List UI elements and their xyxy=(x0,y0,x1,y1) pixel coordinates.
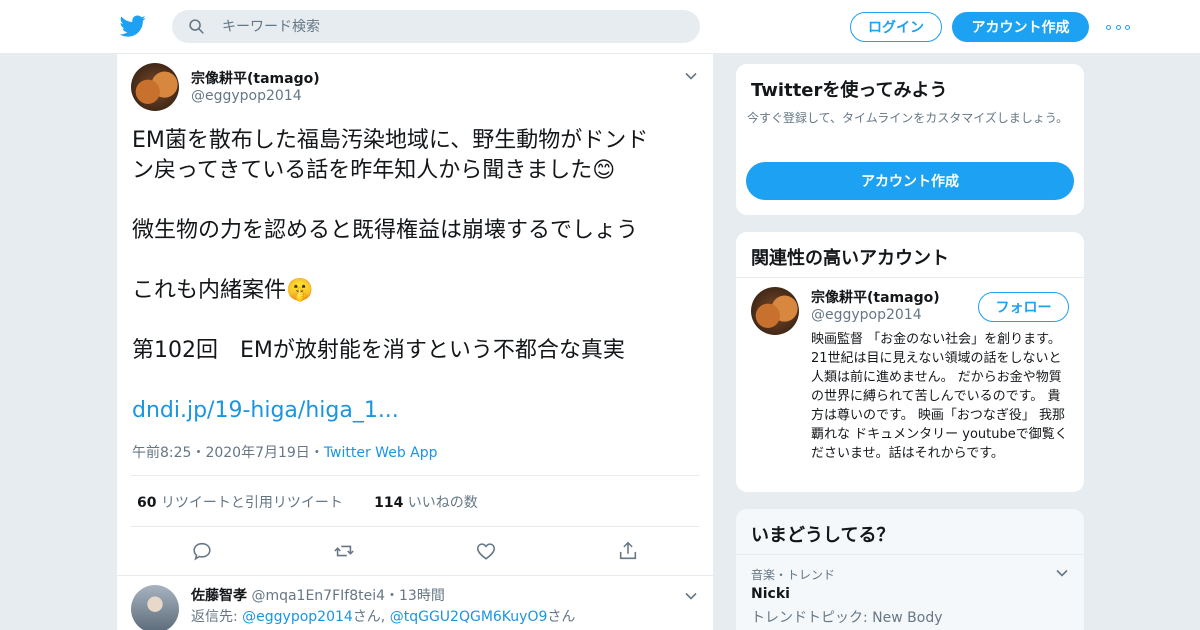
twitter-bird-icon[interactable] xyxy=(120,13,146,39)
retweet-icon[interactable] xyxy=(333,540,355,562)
share-icon[interactable] xyxy=(617,540,639,562)
reply-mention[interactable]: @eggypop2014 xyxy=(242,609,353,625)
reply-mention[interactable]: @tqGGU2QGM6KuyO9 xyxy=(390,609,548,625)
related-account-avatar[interactable] xyxy=(751,287,799,335)
reply-avatar[interactable] xyxy=(131,585,179,630)
follow-button[interactable]: フォロー xyxy=(978,292,1069,322)
chevron-down-icon[interactable] xyxy=(685,590,697,602)
trend-meta: 音楽・トレンド xyxy=(751,568,836,582)
search-box[interactable] xyxy=(172,10,700,43)
tweet-date[interactable]: 2020年7月19日 xyxy=(205,445,309,461)
tweet-text-line: EM菌を散布した福島汚染地域に、野生動物がドンド xyxy=(132,128,649,153)
more-icon[interactable] xyxy=(1106,17,1130,37)
tweet-time[interactable]: 午前8:25 xyxy=(132,445,191,461)
trend-name[interactable]: Nicki xyxy=(751,586,790,602)
top-bar: ログイン アカウント作成 xyxy=(0,0,1200,54)
divider xyxy=(131,475,700,476)
divider xyxy=(131,526,700,527)
tweet-actions xyxy=(191,540,637,562)
login-button[interactable]: ログイン xyxy=(850,12,942,42)
related-account-handle[interactable]: @eggypop2014 xyxy=(811,307,922,323)
tweet-column: 宗像耕平(tamago) @eggypop2014 EM菌を散布した福島汚染地域… xyxy=(116,54,714,630)
chevron-down-icon[interactable] xyxy=(685,70,697,82)
chevron-down-icon[interactable] xyxy=(1056,567,1068,579)
tweet-text-line: 第102回 EMが放射能を消すという不都合な真実 xyxy=(132,338,625,363)
trends-card: いまどうしてる？ 音楽・トレンド Nicki トレンドトピック: New Bod… xyxy=(735,508,1085,630)
reply-author-name[interactable]: 佐藤智孝 xyxy=(191,588,247,604)
author-handle[interactable]: @eggypop2014 xyxy=(191,88,302,104)
signup-button[interactable]: アカウント作成 xyxy=(952,12,1089,42)
tweet-source[interactable]: Twitter Web App xyxy=(324,445,438,461)
tweet-text-line: 微生物の力を認めると既得権益は崩壊するでしょう xyxy=(132,218,639,243)
signup-card-title: Twitterを使ってみよう xyxy=(751,80,948,101)
signup-card-subtitle: 今すぐ登録して、タイムラインをカスタマイズしましょう。 xyxy=(747,111,1069,125)
tweet-text-line: ン戻ってきている話を昨年知人から聞きました😊 xyxy=(132,158,616,183)
trend-info: トレンドトピック: New Body xyxy=(751,610,943,626)
tweet-meta: 午前8:25・2020年7月19日・Twitter Web App xyxy=(132,445,438,461)
search-input[interactable] xyxy=(222,10,682,43)
tweet-link[interactable]: dndi.jp/19-higa/higa_1... xyxy=(132,396,692,426)
reply-author-handle[interactable]: @mqa1En7FIf8tei4 xyxy=(251,588,385,604)
reply-icon[interactable] xyxy=(191,540,213,562)
tweet-text: EM菌を散布した福島汚染地域に、野生動物がドンド ン戻ってきている話を昨年知人か… xyxy=(132,126,692,426)
author-avatar[interactable] xyxy=(131,63,179,111)
related-card-title: 関連性の高いアカウント xyxy=(751,248,949,269)
reply-to: 返信先: @eggypop2014さん, @tqGGU2QGM6KuyO9さん xyxy=(191,609,576,625)
divider xyxy=(117,575,713,576)
likes-stat[interactable]: 114 いいねの数 xyxy=(374,495,478,511)
signup-card-button[interactable]: アカウント作成 xyxy=(746,162,1074,200)
related-account-name[interactable]: 宗像耕平(tamago) xyxy=(811,287,940,307)
trends-card-title: いまどうしてる？ xyxy=(751,525,895,546)
related-account-bio: 映画監督 「お金のない社会」を創ります。 21世紀は目に見えない領域の話をしない… xyxy=(811,332,1068,461)
related-accounts-card: 関連性の高いアカウント 宗像耕平(tamago) @eggypop2014 フォ… xyxy=(735,231,1085,493)
signup-card: Twitterを使ってみよう 今すぐ登録して、タイムラインをカスタマイズしましょ… xyxy=(735,63,1085,216)
search-icon xyxy=(189,19,204,34)
like-icon[interactable] xyxy=(475,540,497,562)
reply-header: 佐藤智孝 @mqa1En7FIf8tei4・13時間 xyxy=(191,588,445,604)
retweets-stat[interactable]: 60 リツイートと引用リツイート xyxy=(137,495,343,511)
tweet-text-line: これも内緒案件🤫 xyxy=(132,278,314,303)
reply-time[interactable]: 13時間 xyxy=(399,588,445,604)
tweet-stats: 60 リツイートと引用リツイート 114 いいねの数 xyxy=(137,492,478,512)
author-name[interactable]: 宗像耕平(tamago) xyxy=(191,68,320,88)
